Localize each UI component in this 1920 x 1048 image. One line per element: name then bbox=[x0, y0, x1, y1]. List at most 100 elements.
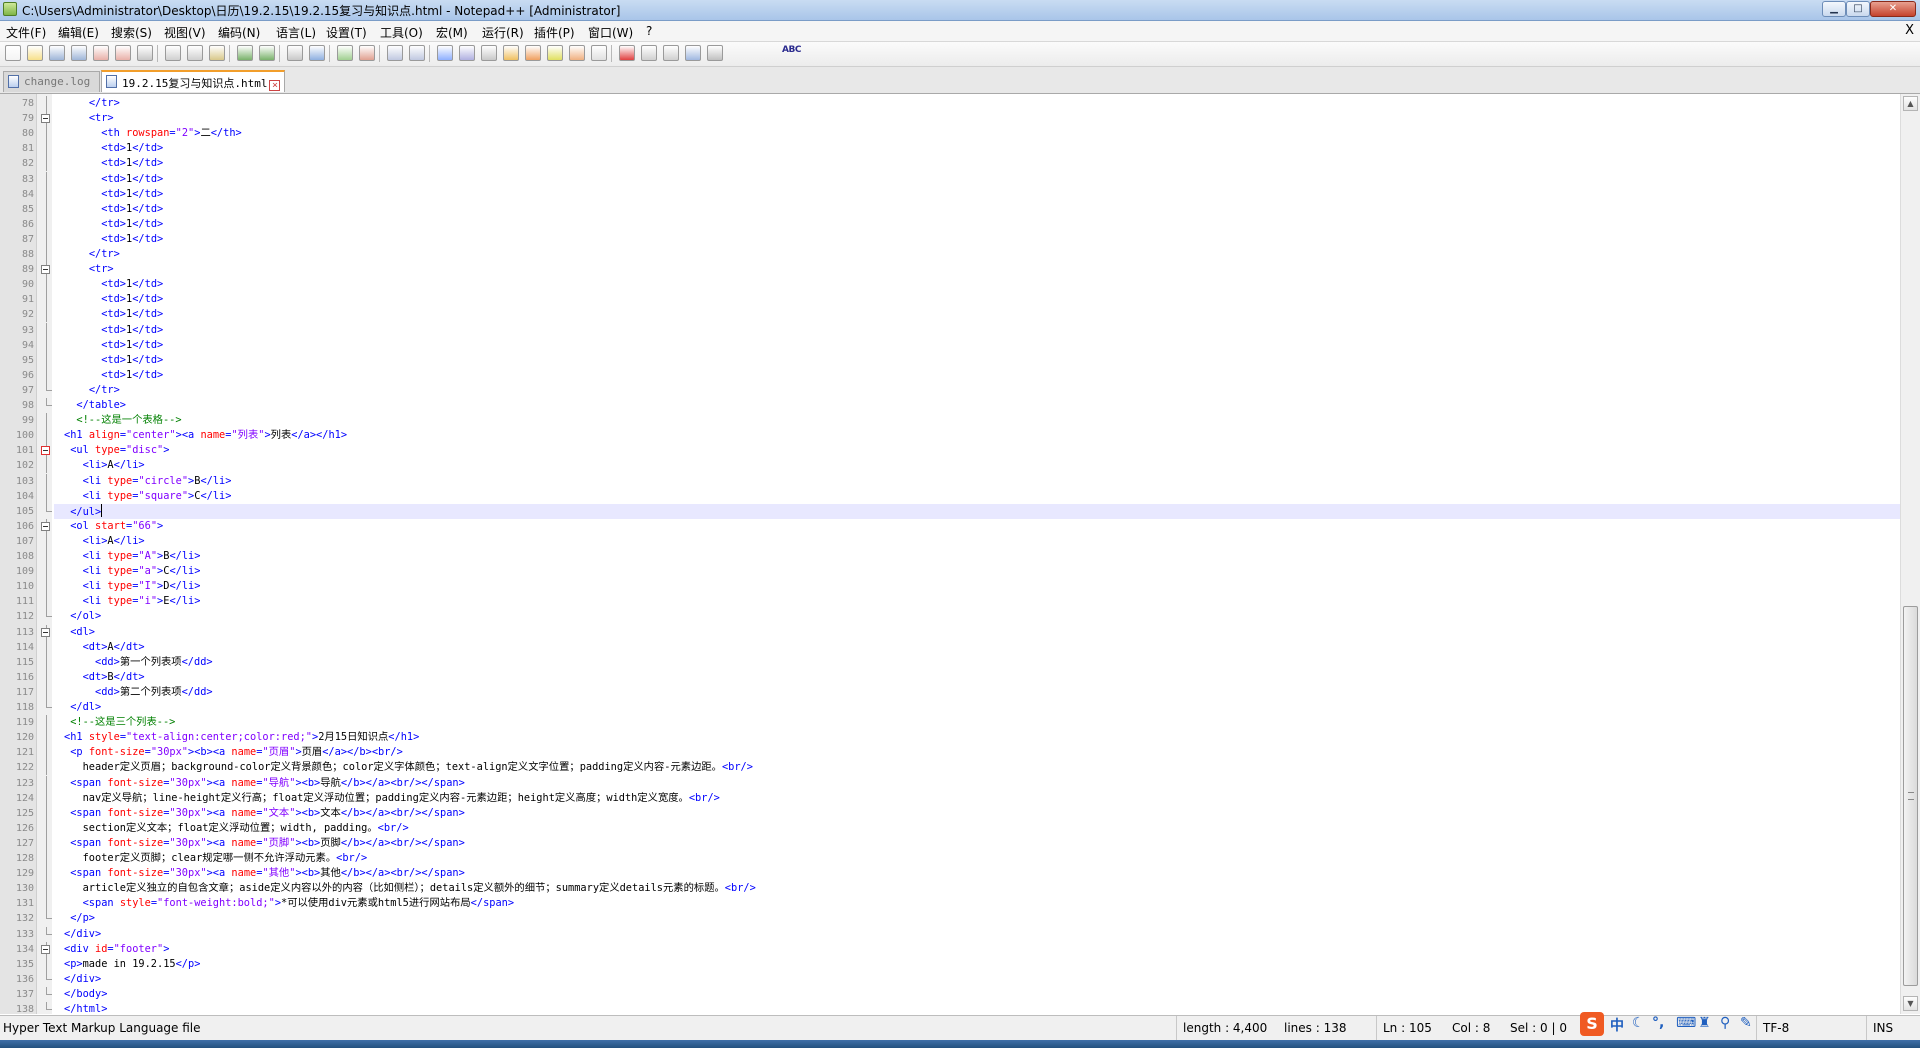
code-line[interactable]: 109 <li type="a">C</li> bbox=[16, 564, 1900, 580]
code-line[interactable]: 104 <li type="square">C</li> bbox=[16, 488, 1900, 504]
run-macro-multiple-icon[interactable] bbox=[685, 45, 701, 61]
record-macro-icon[interactable] bbox=[619, 45, 635, 61]
folder-workspace-icon[interactable] bbox=[569, 45, 585, 61]
code-line[interactable]: 92 <td>1</td> bbox=[22, 307, 1900, 323]
menu-encoding[interactable]: 编码(N) bbox=[218, 24, 260, 41]
code-line[interactable]: 129 <span font-size="30px"><a name="其他">… bbox=[16, 866, 1900, 882]
function-list-icon[interactable] bbox=[547, 45, 563, 61]
save-icon[interactable] bbox=[49, 45, 65, 61]
menu-tools[interactable]: 工具(O) bbox=[380, 24, 423, 41]
new-file-icon[interactable] bbox=[5, 45, 21, 61]
code-line[interactable]: 88 </tr> bbox=[22, 247, 1900, 262]
punctuation-icon[interactable]: °, bbox=[1652, 1015, 1664, 1031]
udl-icon[interactable] bbox=[503, 45, 519, 61]
code-line[interactable]: 123 <span font-size="30px"><a name="导航">… bbox=[16, 775, 1900, 791]
code-line[interactable]: 87 <td>1</td> bbox=[22, 231, 1900, 247]
paste-icon[interactable] bbox=[209, 45, 225, 61]
code-line[interactable]: 83 <td>1</td> bbox=[22, 171, 1900, 187]
code-line[interactable]: 124 nav定义导航；line-height定义行高；float定义浮动位置；… bbox=[16, 790, 1900, 806]
code-line[interactable]: 119 <!--这是三个列表--> bbox=[16, 715, 1900, 731]
menu-help[interactable]: ? bbox=[646, 24, 652, 38]
menu-search[interactable]: 搜索(S) bbox=[111, 24, 152, 41]
save-macro-icon[interactable] bbox=[707, 45, 723, 61]
code-line[interactable]: 111 <li type="i">E</li> bbox=[16, 594, 1900, 610]
code-line[interactable]: 98 </table> bbox=[22, 398, 1900, 413]
code-line[interactable]: 120 <h1 style="text-align:center;color:re… bbox=[16, 730, 1900, 746]
code-line[interactable]: 110 <li type="I">D</li> bbox=[16, 579, 1900, 595]
code-line[interactable]: 113 <dl> bbox=[16, 624, 1900, 640]
maximize-button[interactable]: □ bbox=[1846, 1, 1870, 17]
code-line[interactable]: 96 <td>1</td> bbox=[22, 367, 1900, 383]
word-wrap-icon[interactable] bbox=[437, 45, 453, 61]
code-line[interactable]: 115 <dd>第一个列表项</dd> bbox=[16, 654, 1900, 670]
menu-window[interactable]: 窗口(W) bbox=[588, 24, 633, 41]
play-macro-icon[interactable] bbox=[663, 45, 679, 61]
code-line[interactable]: 118 </dl> bbox=[16, 700, 1900, 715]
code-line[interactable]: 108 <li type="A">B</li> bbox=[16, 549, 1900, 564]
find-icon[interactable] bbox=[287, 45, 303, 61]
code-line[interactable]: 112 </ol> bbox=[16, 609, 1900, 624]
menu-plugins[interactable]: 插件(P) bbox=[534, 24, 575, 41]
code-line[interactable]: 95 <td>1</td> bbox=[22, 352, 1900, 368]
code-line[interactable]: 106 <ol start="66"> bbox=[16, 518, 1900, 534]
code-line[interactable]: 126 section定义文本；float定义浮动位置；width, paddi… bbox=[16, 820, 1900, 836]
code-line[interactable]: 97 </tr> bbox=[22, 382, 1900, 398]
menu-language[interactable]: 语言(L) bbox=[276, 24, 316, 41]
code-line[interactable]: 93 <td>1</td> bbox=[22, 322, 1900, 338]
open-file-icon[interactable] bbox=[27, 45, 43, 61]
code-line[interactable]: 137 </body> bbox=[16, 986, 1900, 1002]
redo-icon[interactable] bbox=[259, 45, 275, 61]
menu-run[interactable]: 运行(R) bbox=[482, 24, 524, 41]
code-line[interactable]: 134 <div id="footer"> bbox=[16, 941, 1900, 957]
code-line[interactable]: 99 <!--这是一个表格--> bbox=[22, 413, 1900, 429]
code-line[interactable]: 78 </tr> bbox=[22, 96, 1900, 111]
code-line[interactable]: 103 <li type="circle">B</li> bbox=[16, 473, 1900, 489]
code-line[interactable]: 89 <tr> bbox=[22, 262, 1900, 278]
close-tab-icon[interactable]: × bbox=[269, 80, 281, 91]
scroll-thumb[interactable] bbox=[1903, 606, 1918, 986]
print-icon[interactable] bbox=[137, 45, 153, 61]
replace-icon[interactable] bbox=[309, 45, 325, 61]
ime-language-toggle[interactable]: 中 bbox=[1610, 1015, 1624, 1035]
zoom-out-icon[interactable] bbox=[359, 45, 375, 61]
zoom-in-icon[interactable] bbox=[337, 45, 353, 61]
code-line[interactable]: 131 <span style="font-weight:bold;">*可以使… bbox=[16, 896, 1900, 912]
code-line[interactable]: 133 </div> bbox=[16, 926, 1900, 942]
code-line[interactable]: 128 footer定义页脚；clear规定哪一侧不允许浮动元素。<br/> bbox=[16, 851, 1900, 866]
save-all-icon[interactable] bbox=[71, 45, 87, 61]
menu-view[interactable]: 视图(V) bbox=[164, 24, 206, 41]
wrench-icon[interactable]: ✎ bbox=[1740, 1015, 1752, 1031]
code-line[interactable]: 80 <th rowspan="2">二</th> bbox=[22, 126, 1900, 142]
sync-vertical-icon[interactable] bbox=[387, 45, 403, 61]
code-line[interactable]: 136 </div> bbox=[16, 971, 1900, 987]
copy-icon[interactable] bbox=[187, 45, 203, 61]
code-line[interactable]: 117 <dd>第二个列表项</dd> bbox=[16, 684, 1900, 700]
code-editor[interactable]: 78 </tr> 79 <tr> 80 <th rowspan="2">二</th>… bbox=[0, 94, 1920, 1015]
minimize-button[interactable]: ▁ bbox=[1822, 1, 1846, 17]
code-line[interactable]: 82 <td>1</td> bbox=[22, 156, 1900, 172]
doc-map-icon[interactable] bbox=[525, 45, 541, 61]
code-line[interactable]: 100 <h1 align="center"><a name="列表">列表</a… bbox=[16, 428, 1900, 444]
undo-icon[interactable] bbox=[237, 45, 253, 61]
code-line[interactable]: 102 <li>A</li> bbox=[16, 458, 1900, 474]
menu-file[interactable]: 文件(F) bbox=[6, 24, 46, 41]
menu-macro[interactable]: 宏(M) bbox=[436, 24, 468, 41]
code-line[interactable]: 94 <td>1</td> bbox=[22, 337, 1900, 353]
status-encoding[interactable]: TF-8 bbox=[1756, 1016, 1866, 1040]
sync-horizontal-icon[interactable] bbox=[409, 45, 425, 61]
code-line[interactable]: 81 <td>1</td> bbox=[22, 141, 1900, 157]
spellcheck-icon[interactable]: ABC bbox=[782, 45, 801, 55]
tab-html-file[interactable]: 19.2.15复习与知识点.html × bbox=[101, 70, 285, 92]
code-line[interactable]: 84 <td>1</td> bbox=[22, 186, 1900, 202]
stop-record-icon[interactable] bbox=[641, 45, 657, 61]
moon-icon[interactable]: ☾ bbox=[1632, 1015, 1645, 1031]
shirt-icon[interactable]: ♜ bbox=[1698, 1015, 1711, 1031]
keyboard-icon[interactable]: ⌨ bbox=[1676, 1015, 1696, 1031]
code-area[interactable]: 78 </tr> 79 <tr> 80 <th rowspan="2">二</th>… bbox=[16, 94, 1900, 1015]
search-icon[interactable]: ⚲ bbox=[1720, 1015, 1730, 1031]
code-line[interactable]: 121 <p font-size="30px"><b><a name="页眉">… bbox=[16, 745, 1900, 761]
code-line[interactable]: 105 </ul> bbox=[16, 503, 1900, 519]
code-line[interactable]: 114 <dt>A</dt> bbox=[16, 639, 1900, 655]
show-all-chars-icon[interactable] bbox=[459, 45, 475, 61]
monitoring-icon[interactable] bbox=[591, 45, 607, 61]
